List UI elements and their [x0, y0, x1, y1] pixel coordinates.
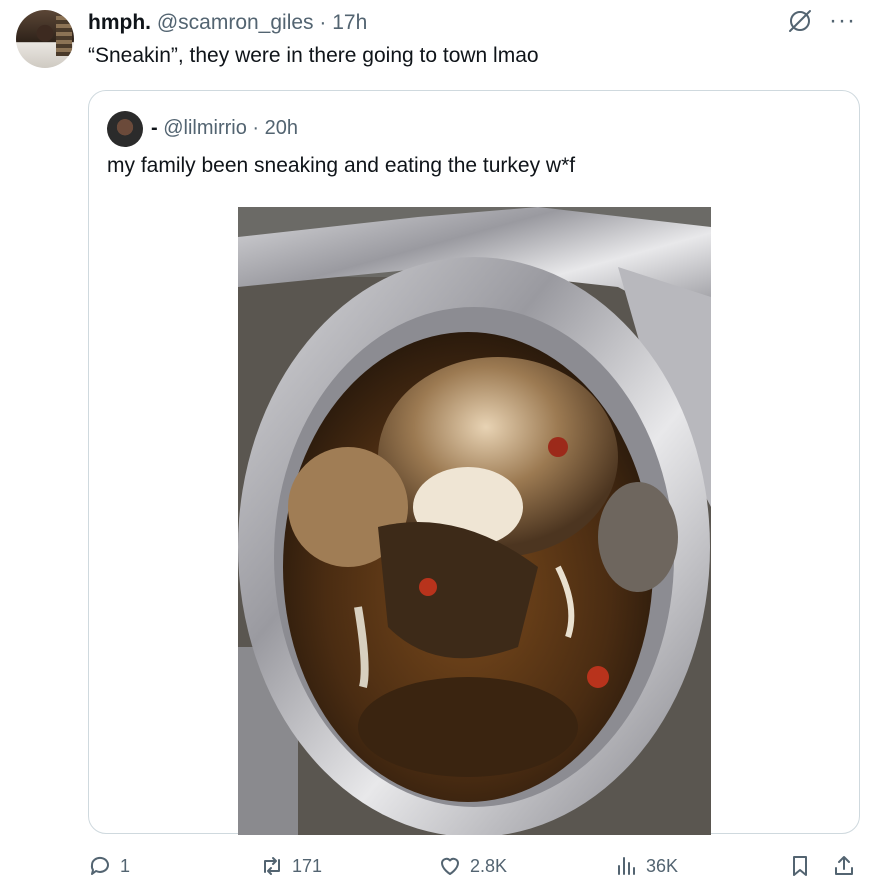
views-count: 36K [646, 855, 679, 876]
author-display-name[interactable]: hmph. [88, 11, 151, 34]
heart-icon [441, 857, 459, 875]
turkey-photo-illustration [238, 207, 711, 835]
quoted-tweet-photo[interactable] [238, 207, 711, 835]
tweet-top-actions: ··· [787, 8, 856, 34]
reply-button[interactable]: 1 [88, 854, 130, 878]
author-handle[interactable]: @scamron_giles [157, 11, 314, 34]
like-count: 2.8K [470, 855, 508, 876]
repost-icon [264, 857, 280, 875]
bookmark-button[interactable] [788, 854, 812, 878]
quoted-display-name[interactable]: - [151, 117, 158, 139]
tweet-text: “Sneakin”, they were in there going to t… [88, 44, 539, 67]
quoted-tweet-text: my family been sneaking and eating the t… [107, 154, 576, 177]
reply-icon [90, 856, 109, 875]
grok-icon[interactable] [787, 8, 813, 34]
tweet-time[interactable]: 17h [332, 11, 367, 34]
tweet-header: hmph. @scamron_giles · 17h [88, 8, 367, 38]
repost-count: 171 [292, 855, 323, 876]
views-button[interactable]: 36K [614, 854, 678, 878]
reply-count: 1 [120, 855, 131, 876]
tweet-actions-bar: 1 171 2.8K 36K [88, 854, 862, 890]
quoted-time[interactable]: 20h [265, 117, 298, 139]
share-button[interactable] [832, 854, 856, 878]
bookmark-icon [793, 856, 807, 876]
repost-button[interactable]: 171 [260, 854, 322, 878]
quoted-handle[interactable]: @lilmirrio [163, 117, 247, 139]
share-icon [835, 856, 853, 875]
quoted-separator: · [252, 117, 260, 139]
author-avatar[interactable] [16, 10, 74, 68]
views-chart-icon [618, 857, 635, 875]
more-icon[interactable]: ··· [829, 9, 856, 33]
quoted-tweet-header: - @lilmirrio · 20h [151, 113, 298, 143]
header-separator: · [319, 11, 327, 34]
quoted-author-avatar[interactable] [107, 111, 143, 147]
like-button[interactable]: 2.8K [438, 854, 507, 878]
quoted-tweet[interactable]: - @lilmirrio · 20h my family been sneaki… [88, 90, 860, 835]
